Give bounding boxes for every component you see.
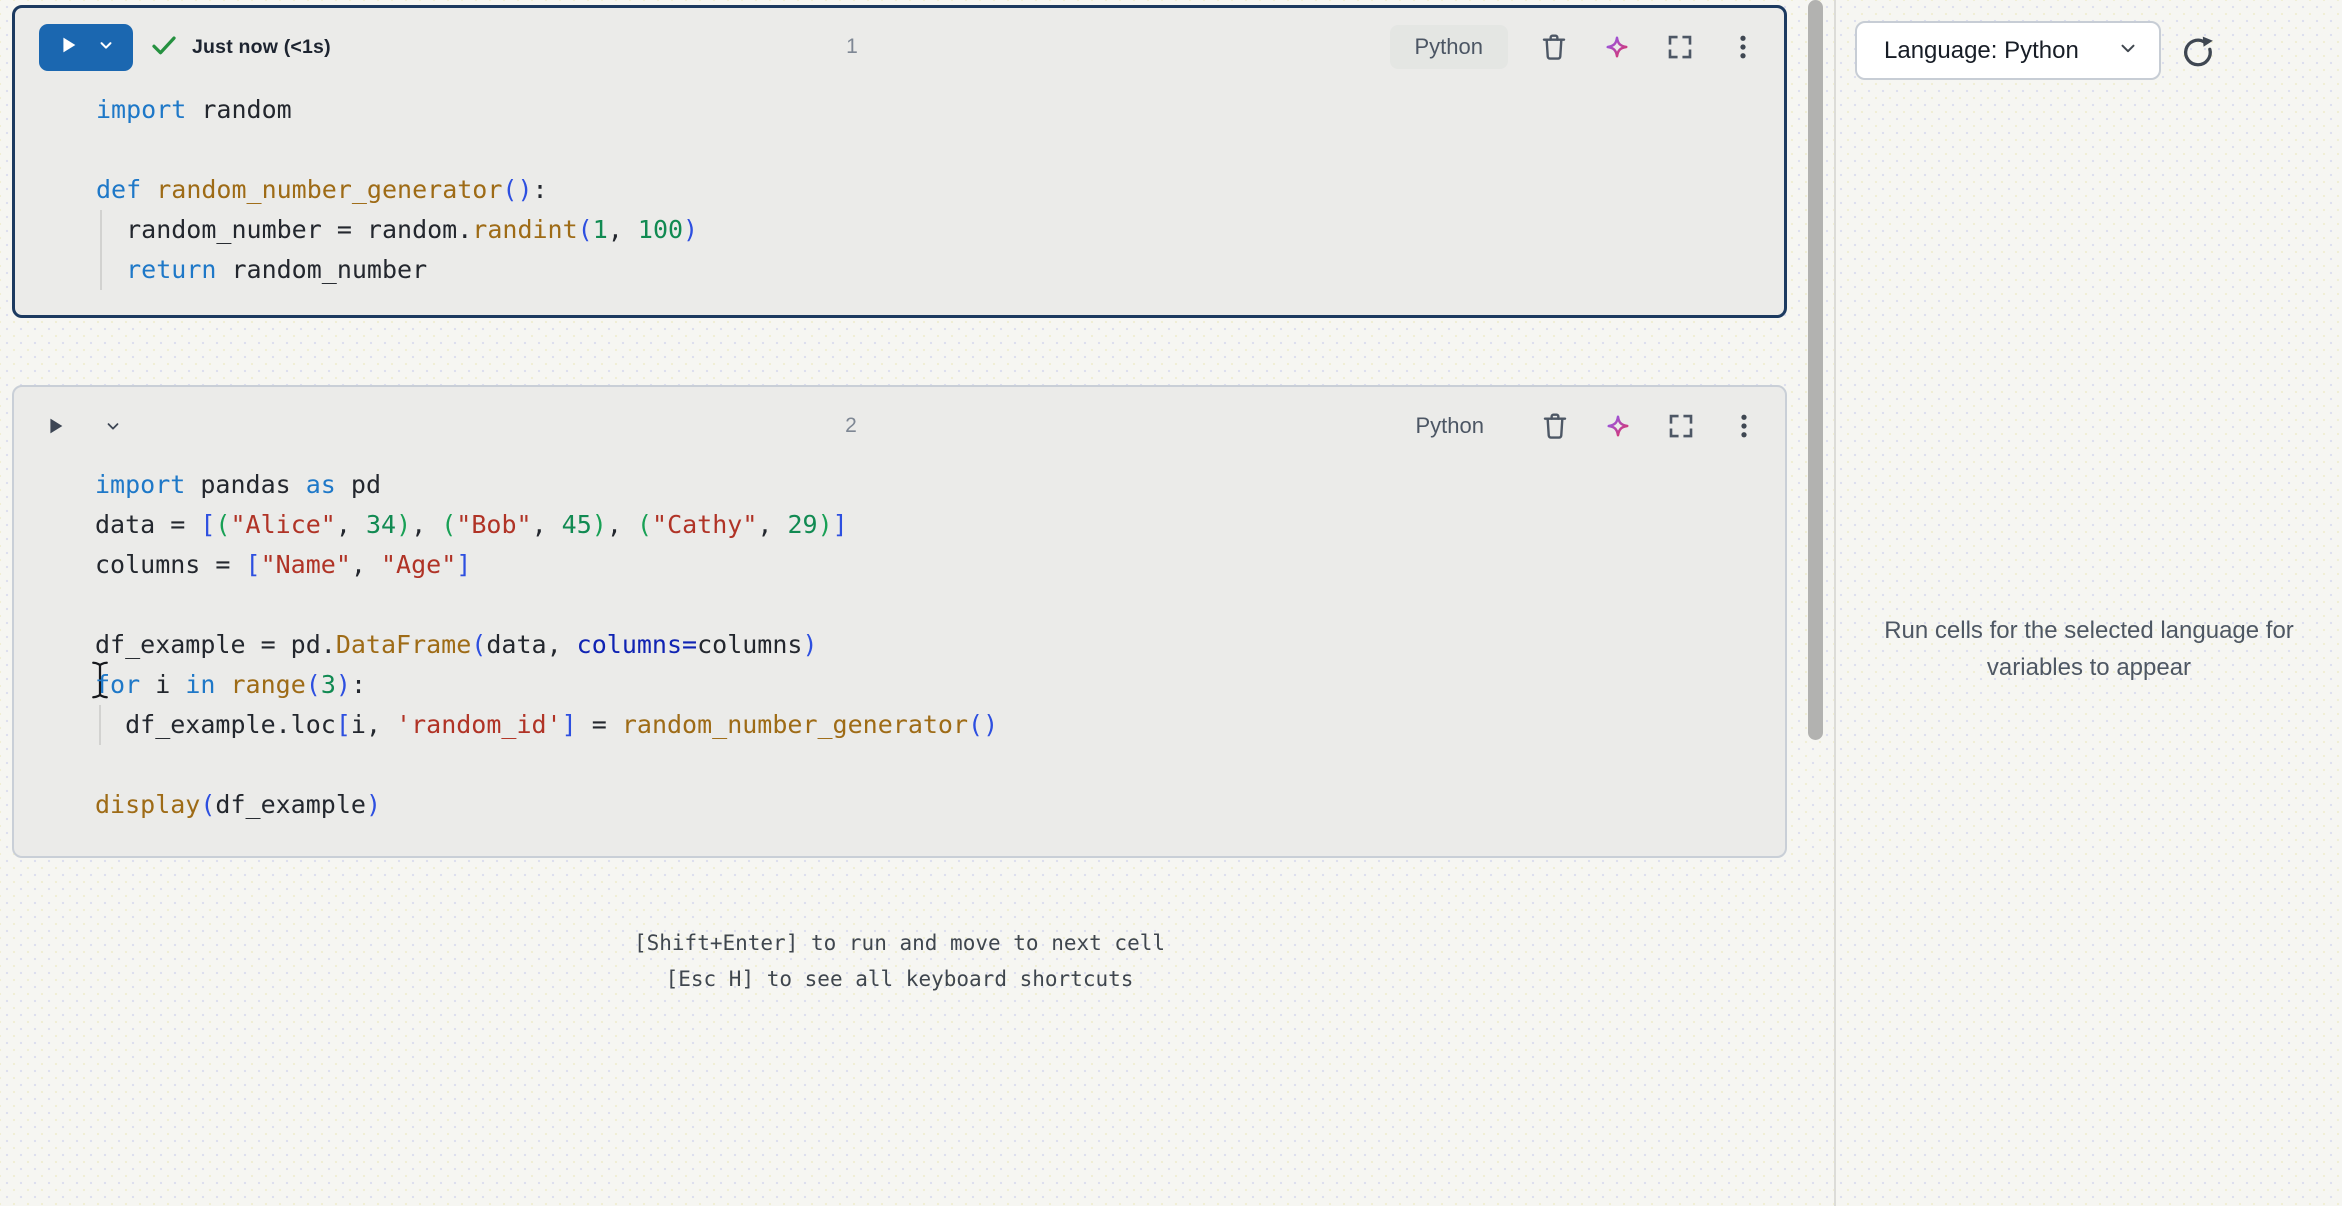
code-line[interactable]: columns = ["Name", "Age"]	[95, 545, 1785, 585]
refresh-variables-icon[interactable]	[2178, 31, 2218, 71]
cell-run-status: Just now (<1s)	[149, 30, 331, 65]
code-line[interactable]: random_number = random.randint(1, 100)	[96, 210, 1784, 250]
code-line[interactable]: def random_number_generator():	[96, 170, 1784, 210]
hint-shortcuts: [Esc H] to see all keyboard shortcuts	[12, 961, 1787, 997]
indent-guide	[100, 210, 102, 250]
code-line[interactable]	[95, 745, 1785, 785]
code-line[interactable]: data = [("Alice", 34), ("Bob", 45), ("Ca…	[95, 505, 1785, 545]
cell-status-text: Just now (<1s)	[192, 36, 331, 59]
code-line[interactable]: df_example.loc[i, 'random_id'] = random_…	[95, 705, 1785, 745]
run-cell-button[interactable]	[39, 24, 133, 71]
code-line[interactable]: for i in range(3):	[95, 665, 1785, 705]
code-cell-2[interactable]: 2 Python	[12, 385, 1787, 858]
code-line[interactable]: import pandas as pd	[95, 465, 1785, 505]
run-options-chevron-down-icon[interactable]	[96, 409, 130, 443]
notebook-scrollbar-thumb[interactable]	[1808, 0, 1823, 740]
ai-sparkle-icon[interactable]	[1600, 30, 1634, 64]
variables-sidebar: Language: Python Run cells for the selec…	[1836, 0, 2342, 1206]
code-line[interactable]: return random_number	[96, 250, 1784, 290]
play-icon[interactable]	[57, 34, 79, 61]
cell-1-header: Just now (<1s) 1 Python	[15, 22, 1784, 72]
fullscreen-icon[interactable]	[1664, 409, 1698, 443]
notebook-area: Just now (<1s) 1 Python	[0, 0, 1836, 1206]
code-line[interactable]	[96, 130, 1784, 170]
cell-2-header: 2 Python	[14, 401, 1785, 451]
language-selector-label: Language: Python	[1884, 37, 2117, 65]
delete-cell-icon[interactable]	[1537, 30, 1571, 64]
run-options-chevron-down-icon[interactable]	[97, 36, 115, 59]
variables-empty-message: Run cells for the selected language for …	[1836, 612, 2342, 686]
keyboard-hints: [Shift+Enter] to run and move to next ce…	[12, 925, 1787, 997]
fullscreen-icon[interactable]	[1663, 30, 1697, 64]
indent-guide	[100, 250, 102, 290]
success-check-icon	[149, 30, 179, 65]
hint-run: [Shift+Enter] to run and move to next ce…	[12, 925, 1787, 961]
code-line[interactable]: display(df_example)	[95, 785, 1785, 825]
cell-language-badge[interactable]: Python	[1391, 404, 1510, 448]
cell-menu-kebab-icon[interactable]	[1727, 409, 1761, 443]
code-line[interactable]	[95, 585, 1785, 625]
code-editor[interactable]: import random def random_number_generato…	[15, 90, 1784, 290]
ai-sparkle-icon[interactable]	[1601, 409, 1635, 443]
cell-menu-kebab-icon[interactable]	[1726, 30, 1760, 64]
play-icon[interactable]	[38, 409, 72, 443]
chevron-down-icon	[2117, 37, 2139, 64]
code-cell-1[interactable]: Just now (<1s) 1 Python	[12, 5, 1787, 318]
language-selector-dropdown[interactable]: Language: Python	[1855, 21, 2161, 80]
code-line[interactable]: import random	[96, 90, 1784, 130]
code-editor[interactable]: import pandas as pddata = [("Alice", 34)…	[14, 465, 1785, 825]
cell-language-badge[interactable]: Python	[1390, 25, 1509, 69]
cell-number: 1	[827, 35, 877, 59]
cell-number: 2	[826, 414, 876, 438]
delete-cell-icon[interactable]	[1538, 409, 1572, 443]
indent-guide	[99, 705, 101, 745]
code-line[interactable]: df_example = pd.DataFrame(data, columns=…	[95, 625, 1785, 665]
